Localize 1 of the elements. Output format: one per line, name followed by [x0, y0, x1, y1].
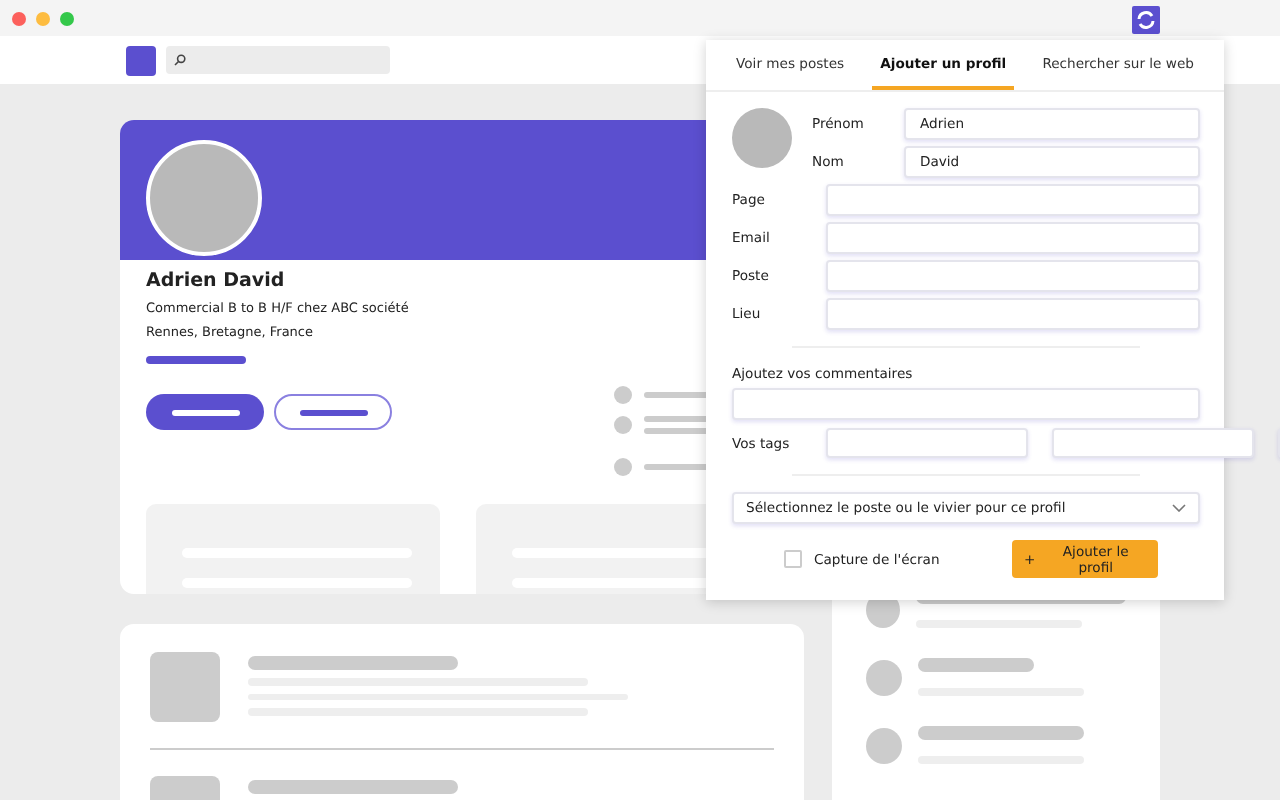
profile-name: Adrien David [146, 270, 287, 292]
